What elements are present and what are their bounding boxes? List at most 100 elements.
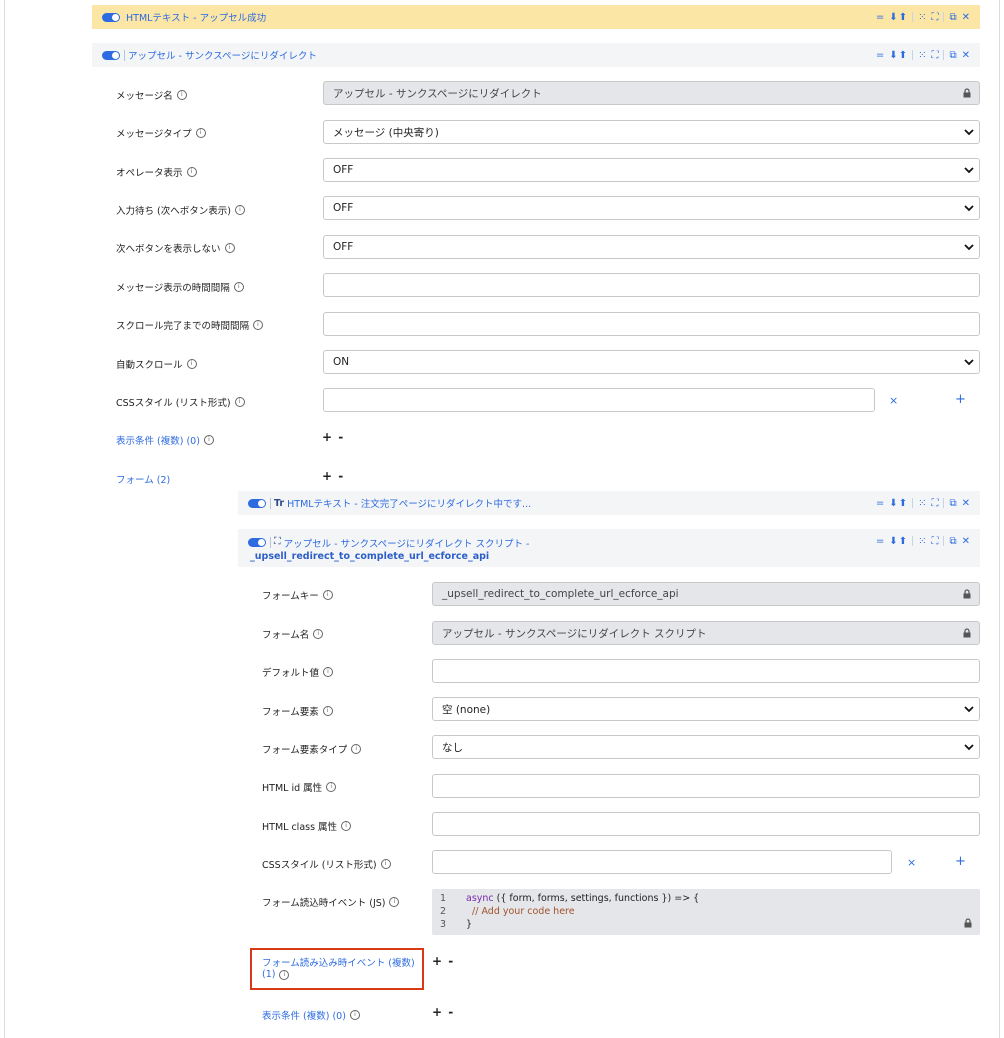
divider — [943, 536, 945, 546]
label-text[interactable]: 表示条件 (複数) (0) — [116, 433, 200, 447]
info-icon[interactable]: i — [234, 397, 245, 407]
delete-icon[interactable]: ✕ — [962, 50, 970, 61]
remove-form-css-button[interactable]: × — [907, 856, 916, 869]
info-icon[interactable]: i — [224, 243, 235, 253]
info-icon[interactable]: i — [186, 167, 197, 177]
info-icon[interactable]: i — [351, 744, 362, 754]
message-bar-upsell-success[interactable]: HTMLテキスト - アップセル成功 = ⬇ ⬆ ⁙ ⛶ ⧉ ✕ — [92, 5, 980, 29]
expand-icon[interactable]: ⛶ — [931, 50, 938, 61]
info-icon[interactable]: i — [203, 435, 214, 445]
form-conditions-add-remove[interactable]: + - — [432, 1005, 454, 1019]
message-name-field[interactable]: アップセル - サンクスページにリダイレクト — [323, 81, 980, 105]
bar-title[interactable]: HTMLテキスト - アップセル成功 — [126, 10, 266, 24]
operator-select[interactable]: OFF — [323, 158, 980, 182]
enabled-toggle[interactable] — [248, 538, 266, 547]
move-down-icon[interactable]: ⬇ — [889, 536, 897, 547]
bar-title[interactable]: アップセル - サンクスページにリダイレクト スクリプト - — [284, 536, 530, 550]
load-events-count[interactable]: (1) i — [262, 969, 290, 980]
auto-scroll-select[interactable]: ON — [323, 350, 980, 374]
message-type-select[interactable]: メッセージ (中央寄り) — [323, 120, 980, 144]
drag-handle-icon[interactable]: = — [876, 50, 884, 61]
drag-handle-icon[interactable]: = — [876, 12, 884, 23]
enabled-toggle[interactable] — [102, 12, 120, 22]
css-style-input[interactable] — [323, 388, 875, 412]
load-events-label[interactable]: フォーム読み込み時イベント (複数) — [262, 955, 415, 969]
form-name-field[interactable]: アップセル - サンクスページにリダイレクト スクリプト — [432, 621, 980, 645]
expand-icon[interactable]: ⛶ — [931, 12, 938, 23]
message-bar-redirect[interactable]: アップセル - サンクスページにリダイレクト = ⬇ ⬆ ⁙ ⛶ ⧉ ✕ — [92, 43, 980, 67]
form-element-type-select[interactable]: なし — [432, 735, 980, 759]
delete-icon[interactable]: ✕ — [962, 12, 970, 23]
conditions-label[interactable]: 表示条件 (複数) (0) i — [116, 433, 214, 447]
add-form-css-button[interactable]: + — [955, 854, 966, 869]
info-icon[interactable]: i — [233, 282, 244, 292]
info-icon[interactable]: i — [380, 859, 391, 869]
wait-input-select[interactable]: OFF — [323, 196, 980, 220]
scroll-interval-input[interactable] — [323, 312, 980, 336]
move-down-icon[interactable]: ⬇ — [889, 498, 897, 509]
bar-subtitle[interactable]: _upsell_redirect_to_complete_url_ecforce… — [250, 551, 489, 562]
info-icon[interactable]: i — [313, 629, 324, 639]
move-up-icon[interactable]: ⬆ — [899, 12, 907, 23]
info-icon[interactable]: i — [389, 897, 400, 907]
label-text[interactable]: (1) — [262, 969, 275, 980]
duplicate-icon[interactable]: ⧉ — [949, 50, 956, 61]
conditions-add-remove[interactable]: + - — [322, 430, 344, 444]
collapse-icon[interactable]: ⁙ — [918, 536, 926, 547]
info-icon[interactable]: i — [326, 782, 337, 792]
enabled-toggle[interactable] — [102, 50, 120, 60]
move-up-icon[interactable]: ⬆ — [899, 536, 907, 547]
load-events-add-remove[interactable]: + - — [432, 954, 454, 968]
info-icon[interactable]: i — [234, 205, 245, 215]
info-icon[interactable]: i — [322, 590, 333, 600]
form-bar-script[interactable]: ⛶ アップセル - サンクスページにリダイレクト スクリプト - _upsell… — [238, 529, 980, 567]
form-element-select[interactable]: 空 (none) — [432, 697, 980, 721]
info-icon[interactable]: i — [323, 667, 334, 677]
remove-css-button[interactable]: × — [889, 394, 898, 407]
expand-icon[interactable]: ⛶ — [931, 498, 938, 509]
move-up-icon[interactable]: ⬆ — [899, 498, 907, 509]
info-icon[interactable]: i — [341, 821, 352, 831]
info-icon[interactable]: i — [322, 706, 333, 716]
form-css-input[interactable] — [432, 850, 892, 874]
collapse-icon[interactable]: ⁙ — [918, 50, 926, 61]
scroll-interval-label: スクロール完了までの時間間隔 i — [116, 318, 264, 332]
expand-icon[interactable]: ⛶ — [931, 536, 938, 547]
duplicate-icon[interactable]: ⧉ — [949, 12, 956, 23]
forms-label[interactable]: フォーム (2) — [116, 472, 170, 486]
info-icon[interactable]: i — [176, 90, 187, 100]
move-down-icon[interactable]: ⬇ — [889, 12, 897, 23]
drag-handle-icon[interactable]: = — [876, 498, 884, 509]
info-icon[interactable]: i — [253, 320, 264, 330]
label-text[interactable]: フォーム読み込み時イベント (複数) — [262, 955, 415, 969]
display-interval-input[interactable] — [323, 273, 980, 297]
collapse-icon[interactable]: ⁙ — [918, 498, 926, 509]
label-text[interactable]: 表示条件 (複数) (0) — [262, 1008, 346, 1022]
default-value-input[interactable] — [432, 659, 980, 683]
info-icon[interactable]: i — [186, 359, 197, 369]
duplicate-icon[interactable]: ⧉ — [949, 498, 956, 509]
info-icon[interactable]: i — [349, 1010, 360, 1020]
drag-handle-icon[interactable]: = — [876, 536, 884, 547]
form-bar-html-text[interactable]: Tr HTMLテキスト - 注文完了ページにリダイレクト中です... = ⬇ ⬆… — [238, 491, 980, 515]
html-id-input[interactable] — [432, 774, 980, 798]
enabled-toggle[interactable] — [248, 498, 266, 508]
form-key-field[interactable]: _upsell_redirect_to_complete_url_ecforce… — [432, 582, 980, 606]
forms-add-remove[interactable]: + - — [322, 469, 344, 483]
delete-icon[interactable]: ✕ — [962, 536, 970, 547]
info-icon[interactable]: i — [279, 969, 290, 980]
label-text[interactable]: フォーム (2) — [116, 472, 170, 486]
form-conditions-label[interactable]: 表示条件 (複数) (0) i — [262, 1008, 360, 1022]
on-load-code-editor[interactable]: 1 async ({ form, forms, settings, functi… — [432, 889, 980, 935]
move-up-icon[interactable]: ⬆ — [899, 50, 907, 61]
move-down-icon[interactable]: ⬇ — [889, 50, 897, 61]
add-css-button[interactable]: + — [955, 392, 966, 407]
collapse-icon[interactable]: ⁙ — [918, 12, 926, 23]
info-icon[interactable]: i — [195, 128, 206, 138]
bar-title[interactable]: アップセル - サンクスページにリダイレクト — [128, 48, 317, 62]
hide-next-select[interactable]: OFF — [323, 235, 980, 259]
delete-icon[interactable]: ✕ — [962, 498, 970, 509]
bar-title[interactable]: HTMLテキスト - 注文完了ページにリダイレクト中です... — [287, 496, 531, 510]
duplicate-icon[interactable]: ⧉ — [949, 536, 956, 547]
html-class-input[interactable] — [432, 812, 980, 836]
